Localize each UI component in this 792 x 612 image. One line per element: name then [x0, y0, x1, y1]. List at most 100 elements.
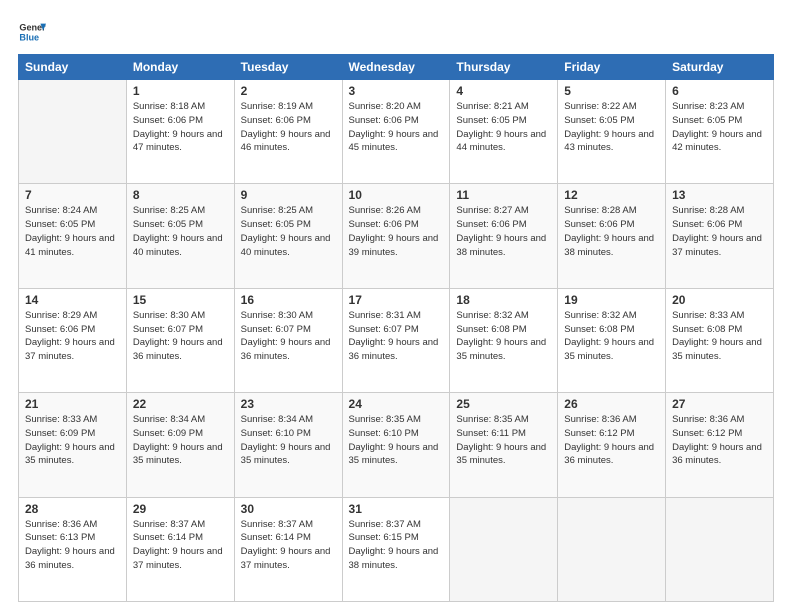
day-cell: 13 Sunrise: 8:28 AM Sunset: 6:06 PM Dayli… [666, 184, 774, 288]
day-number: 1 [133, 84, 228, 98]
day-info: Sunrise: 8:30 AM Sunset: 6:07 PM Dayligh… [241, 309, 336, 364]
day-cell: 23 Sunrise: 8:34 AM Sunset: 6:10 PM Dayli… [234, 393, 342, 497]
day-info: Sunrise: 8:36 AM Sunset: 6:12 PM Dayligh… [564, 413, 659, 468]
calendar-table: SundayMondayTuesdayWednesdayThursdayFrid… [18, 54, 774, 602]
svg-text:Blue: Blue [19, 32, 39, 42]
day-number: 4 [456, 84, 551, 98]
day-number: 17 [349, 293, 444, 307]
day-info: Sunrise: 8:37 AM Sunset: 6:14 PM Dayligh… [241, 518, 336, 573]
col-header-thursday: Thursday [450, 55, 558, 80]
logo: General Blue [18, 18, 50, 46]
day-number: 28 [25, 502, 120, 516]
day-number: 25 [456, 397, 551, 411]
day-info: Sunrise: 8:28 AM Sunset: 6:06 PM Dayligh… [564, 204, 659, 259]
col-header-tuesday: Tuesday [234, 55, 342, 80]
day-info: Sunrise: 8:37 AM Sunset: 6:14 PM Dayligh… [133, 518, 228, 573]
day-info: Sunrise: 8:30 AM Sunset: 6:07 PM Dayligh… [133, 309, 228, 364]
col-header-sunday: Sunday [19, 55, 127, 80]
day-cell: 26 Sunrise: 8:36 AM Sunset: 6:12 PM Dayli… [558, 393, 666, 497]
day-number: 5 [564, 84, 659, 98]
day-info: Sunrise: 8:21 AM Sunset: 6:05 PM Dayligh… [456, 100, 551, 155]
day-number: 30 [241, 502, 336, 516]
day-cell: 17 Sunrise: 8:31 AM Sunset: 6:07 PM Dayli… [342, 288, 450, 392]
col-header-monday: Monday [126, 55, 234, 80]
day-info: Sunrise: 8:25 AM Sunset: 6:05 PM Dayligh… [133, 204, 228, 259]
day-cell: 4 Sunrise: 8:21 AM Sunset: 6:05 PM Daylig… [450, 80, 558, 184]
day-number: 2 [241, 84, 336, 98]
day-info: Sunrise: 8:31 AM Sunset: 6:07 PM Dayligh… [349, 309, 444, 364]
day-info: Sunrise: 8:34 AM Sunset: 6:10 PM Dayligh… [241, 413, 336, 468]
day-number: 7 [25, 188, 120, 202]
page: General Blue SundayMondayTuesdayWednesda… [0, 0, 792, 612]
day-info: Sunrise: 8:32 AM Sunset: 6:08 PM Dayligh… [456, 309, 551, 364]
day-cell: 22 Sunrise: 8:34 AM Sunset: 6:09 PM Dayli… [126, 393, 234, 497]
day-number: 11 [456, 188, 551, 202]
day-info: Sunrise: 8:33 AM Sunset: 6:08 PM Dayligh… [672, 309, 767, 364]
day-info: Sunrise: 8:28 AM Sunset: 6:06 PM Dayligh… [672, 204, 767, 259]
day-number: 18 [456, 293, 551, 307]
day-cell: 19 Sunrise: 8:32 AM Sunset: 6:08 PM Dayli… [558, 288, 666, 392]
day-info: Sunrise: 8:24 AM Sunset: 6:05 PM Dayligh… [25, 204, 120, 259]
day-info: Sunrise: 8:32 AM Sunset: 6:08 PM Dayligh… [564, 309, 659, 364]
day-info: Sunrise: 8:29 AM Sunset: 6:06 PM Dayligh… [25, 309, 120, 364]
day-cell: 6 Sunrise: 8:23 AM Sunset: 6:05 PM Daylig… [666, 80, 774, 184]
day-cell [450, 497, 558, 601]
day-info: Sunrise: 8:19 AM Sunset: 6:06 PM Dayligh… [241, 100, 336, 155]
col-header-saturday: Saturday [666, 55, 774, 80]
day-info: Sunrise: 8:35 AM Sunset: 6:10 PM Dayligh… [349, 413, 444, 468]
day-number: 21 [25, 397, 120, 411]
week-row-3: 14 Sunrise: 8:29 AM Sunset: 6:06 PM Dayli… [19, 288, 774, 392]
day-number: 24 [349, 397, 444, 411]
header-row: SundayMondayTuesdayWednesdayThursdayFrid… [19, 55, 774, 80]
col-header-friday: Friday [558, 55, 666, 80]
col-header-wednesday: Wednesday [342, 55, 450, 80]
day-number: 23 [241, 397, 336, 411]
day-info: Sunrise: 8:22 AM Sunset: 6:05 PM Dayligh… [564, 100, 659, 155]
day-cell: 15Sunrise: 8:30 AM Sunset: 6:07 PM Dayli… [126, 288, 234, 392]
day-info: Sunrise: 8:34 AM Sunset: 6:09 PM Dayligh… [133, 413, 228, 468]
day-info: Sunrise: 8:18 AM Sunset: 6:06 PM Dayligh… [133, 100, 228, 155]
day-cell: 3Sunrise: 8:20 AM Sunset: 6:06 PM Daylig… [342, 80, 450, 184]
day-info: Sunrise: 8:27 AM Sunset: 6:06 PM Dayligh… [456, 204, 551, 259]
day-cell: 21 Sunrise: 8:33 AM Sunset: 6:09 PM Dayli… [19, 393, 127, 497]
day-info: Sunrise: 8:26 AM Sunset: 6:06 PM Dayligh… [349, 204, 444, 259]
week-row-4: 21 Sunrise: 8:33 AM Sunset: 6:09 PM Dayli… [19, 393, 774, 497]
day-number: 20 [672, 293, 767, 307]
day-cell: 20 Sunrise: 8:33 AM Sunset: 6:08 PM Dayli… [666, 288, 774, 392]
day-cell: 28 Sunrise: 8:36 AM Sunset: 6:13 PM Dayli… [19, 497, 127, 601]
day-cell: 9Sunrise: 8:25 AM Sunset: 6:05 PM Daylig… [234, 184, 342, 288]
day-number: 10 [349, 188, 444, 202]
day-cell: 8 Sunrise: 8:25 AM Sunset: 6:05 PM Daylig… [126, 184, 234, 288]
day-cell: 11 Sunrise: 8:27 AM Sunset: 6:06 PM Dayli… [450, 184, 558, 288]
day-cell: 24 Sunrise: 8:35 AM Sunset: 6:10 PM Dayli… [342, 393, 450, 497]
day-info: Sunrise: 8:35 AM Sunset: 6:11 PM Dayligh… [456, 413, 551, 468]
day-cell: 31Sunrise: 8:37 AM Sunset: 6:15 PM Dayli… [342, 497, 450, 601]
day-info: Sunrise: 8:36 AM Sunset: 6:13 PM Dayligh… [25, 518, 120, 573]
day-cell: 5 Sunrise: 8:22 AM Sunset: 6:05 PM Daylig… [558, 80, 666, 184]
day-cell: 25 Sunrise: 8:35 AM Sunset: 6:11 PM Dayli… [450, 393, 558, 497]
day-cell: 27Sunrise: 8:36 AM Sunset: 6:12 PM Dayli… [666, 393, 774, 497]
day-cell: 2 Sunrise: 8:19 AM Sunset: 6:06 PM Daylig… [234, 80, 342, 184]
day-number: 22 [133, 397, 228, 411]
day-cell: 12Sunrise: 8:28 AM Sunset: 6:06 PM Dayli… [558, 184, 666, 288]
day-cell: 30 Sunrise: 8:37 AM Sunset: 6:14 PM Dayli… [234, 497, 342, 601]
day-number: 6 [672, 84, 767, 98]
day-info: Sunrise: 8:23 AM Sunset: 6:05 PM Dayligh… [672, 100, 767, 155]
week-row-5: 28 Sunrise: 8:36 AM Sunset: 6:13 PM Dayli… [19, 497, 774, 601]
day-number: 13 [672, 188, 767, 202]
day-number: 19 [564, 293, 659, 307]
day-cell: 1 Sunrise: 8:18 AM Sunset: 6:06 PM Daylig… [126, 80, 234, 184]
week-row-1: 1 Sunrise: 8:18 AM Sunset: 6:06 PM Daylig… [19, 80, 774, 184]
day-number: 31 [349, 502, 444, 516]
day-number: 26 [564, 397, 659, 411]
day-cell: 29 Sunrise: 8:37 AM Sunset: 6:14 PM Dayli… [126, 497, 234, 601]
day-number: 8 [133, 188, 228, 202]
day-number: 29 [133, 502, 228, 516]
day-cell: 18 Sunrise: 8:32 AM Sunset: 6:08 PM Dayli… [450, 288, 558, 392]
day-number: 9 [241, 188, 336, 202]
day-info: Sunrise: 8:33 AM Sunset: 6:09 PM Dayligh… [25, 413, 120, 468]
day-number: 14 [25, 293, 120, 307]
day-cell [558, 497, 666, 601]
logo-icon: General Blue [18, 18, 46, 46]
day-cell: 14 Sunrise: 8:29 AM Sunset: 6:06 PM Dayli… [19, 288, 127, 392]
